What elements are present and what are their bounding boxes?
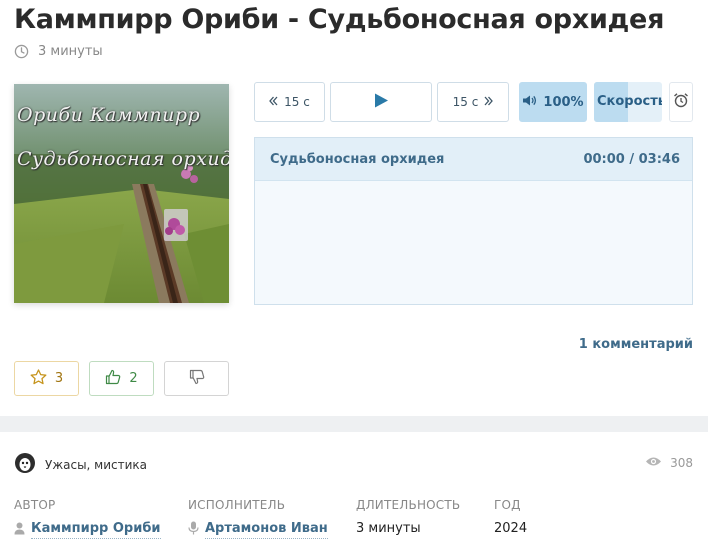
- length-label: Длительность: [356, 498, 461, 512]
- genre-icon: [14, 452, 36, 477]
- clock-icon: [14, 44, 29, 59]
- duration-text: 3 минуты: [38, 44, 103, 59]
- views-count: 308: [670, 456, 693, 470]
- length-value: 3 минуты: [356, 521, 421, 536]
- microphone-icon: [188, 521, 199, 539]
- year-label: Год: [494, 498, 521, 512]
- dislike-button[interactable]: [164, 361, 229, 396]
- author-label: Автор: [14, 498, 56, 512]
- track-title: Судьбоносная орхидея: [270, 151, 445, 167]
- page-title: Каммпирр Ориби - Судьбоносная орхидея: [14, 4, 665, 35]
- rewind-label: 15 с: [284, 95, 310, 109]
- like-button[interactable]: 2: [89, 361, 154, 396]
- track-time: 00:00 / 03:46: [583, 151, 680, 167]
- playlist: Судьбоносная орхидея 00:00 / 03:46: [254, 137, 693, 305]
- comments-link[interactable]: 1 комментарий: [579, 337, 693, 352]
- star-icon: [30, 368, 47, 389]
- cover-text-title: Судьбоносная орхидея: [17, 148, 229, 170]
- genre-link[interactable]: Ужасы, мистика: [14, 452, 147, 477]
- alarm-clock-icon: [673, 92, 689, 112]
- eye-icon: [645, 456, 662, 470]
- year-value: 2024: [494, 521, 528, 536]
- play-icon: [374, 92, 389, 112]
- volume-icon: [522, 94, 537, 111]
- section-divider: [0, 416, 708, 432]
- author-link[interactable]: Каммпирр Ориби: [14, 521, 161, 539]
- views-counter: 308: [645, 456, 693, 470]
- performer-link[interactable]: Артамонов Иван: [188, 521, 328, 539]
- cover-image: Ориби Каммпирр Судьбоносная орхидея: [14, 84, 229, 303]
- volume-button[interactable]: 100%: [519, 82, 587, 122]
- performer-name: Артамонов Иван: [205, 521, 328, 539]
- speed-label: Скорость: [597, 94, 662, 109]
- playlist-track[interactable]: Судьбоносная орхидея 00:00 / 03:46: [255, 138, 692, 181]
- duration-row: 3 минуты: [14, 44, 103, 59]
- forward-icon: [484, 95, 494, 109]
- speed-control[interactable]: Скорость: [594, 82, 662, 122]
- user-icon: [14, 522, 25, 539]
- forward-button[interactable]: 15 с: [437, 82, 509, 122]
- thumbs-down-icon: [189, 369, 205, 389]
- sleep-timer-button[interactable]: [669, 82, 693, 122]
- volume-label: 100%: [543, 94, 584, 110]
- thumbs-up-icon: [105, 369, 121, 389]
- play-button[interactable]: [330, 82, 432, 122]
- likes-count: 2: [129, 371, 138, 386]
- cover-text-artist: Ориби Каммпирр: [17, 104, 201, 126]
- favorites-count: 3: [54, 371, 64, 386]
- genre-label: Ужасы, мистика: [45, 457, 148, 472]
- author-name: Каммпирр Ориби: [31, 521, 161, 539]
- favorite-button[interactable]: 3: [14, 361, 79, 396]
- performer-label: Исполнитель: [188, 498, 286, 512]
- forward-label: 15 с: [452, 95, 479, 109]
- rewind-button[interactable]: 15 с: [254, 82, 325, 122]
- rewind-icon: [269, 95, 278, 109]
